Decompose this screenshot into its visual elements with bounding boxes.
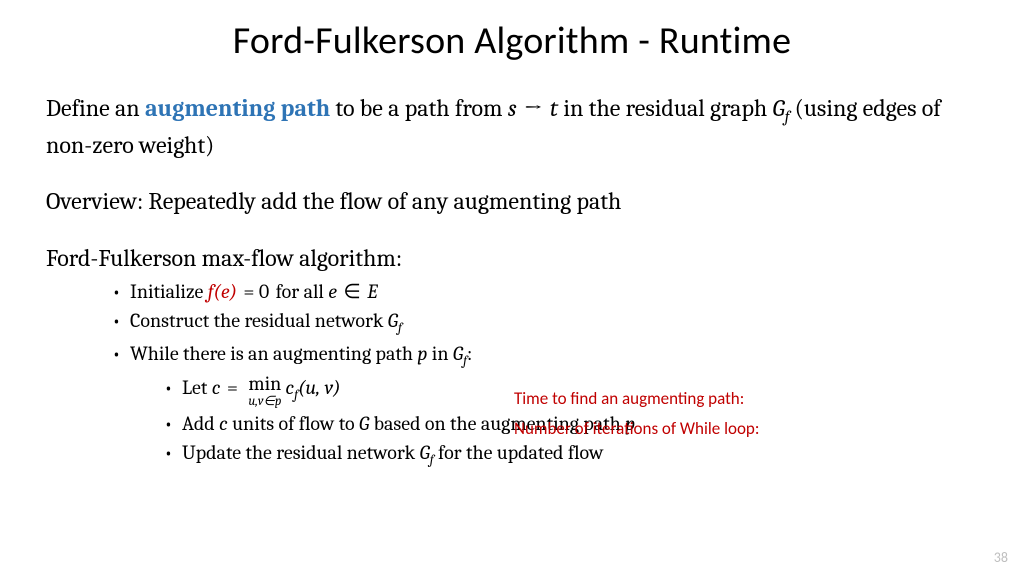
b2-gf-f: f bbox=[398, 321, 402, 336]
b1-E: E bbox=[367, 280, 377, 303]
algo-heading: Ford-Fulkerson max-flow algorithm: bbox=[46, 242, 978, 274]
math-gf-g: G bbox=[773, 94, 785, 122]
overview-line: Overview: Repeatedly add the flow of any… bbox=[46, 185, 978, 217]
b3-pre: While there is an augmenting path bbox=[130, 342, 417, 365]
b2-pre: Construct the residual network bbox=[130, 309, 388, 332]
b3c-post: for the updated flow bbox=[434, 441, 604, 464]
b3c-gf-g: G bbox=[420, 441, 430, 464]
arrow: → bbox=[517, 94, 550, 122]
bullet-construct: Construct the residual network Gf bbox=[114, 307, 978, 338]
b3a-cf: c bbox=[285, 376, 294, 399]
min-top: min bbox=[248, 374, 281, 394]
b3a-pre: Let bbox=[182, 376, 212, 399]
b3a-eq: = bbox=[220, 376, 244, 399]
def-pre: Define an bbox=[46, 94, 145, 122]
math-s: s bbox=[508, 94, 517, 122]
page-number: 38 bbox=[994, 549, 1008, 566]
def-post1: to be a path from bbox=[330, 94, 508, 122]
definition-line: Define an augmenting path to be a path f… bbox=[46, 92, 978, 161]
slide-title: Ford-Fulkerson Algorithm - Runtime bbox=[46, 18, 978, 64]
bullet-update: Update the residual network Gf for the u… bbox=[166, 439, 978, 470]
slide: Ford-Fulkerson Algorithm - Runtime Defin… bbox=[0, 0, 1024, 576]
b3a-uv: (u, v) bbox=[298, 376, 341, 399]
b1-pre: Initialize bbox=[130, 280, 208, 303]
def-post2: in the residual graph bbox=[558, 94, 772, 122]
b1-in: ∈ bbox=[337, 280, 367, 303]
def-term: augmenting path bbox=[145, 94, 330, 122]
b1-mid: for all bbox=[271, 280, 328, 303]
b3b-G: G bbox=[359, 412, 369, 435]
b3-colon: : bbox=[467, 342, 472, 365]
b3b-mid1: units of flow to bbox=[228, 412, 359, 435]
math-t: t bbox=[550, 94, 558, 122]
b1-fe: f(e) bbox=[208, 280, 237, 303]
b3-mid: in bbox=[427, 342, 453, 365]
b3c-pre: Update the residual network bbox=[182, 441, 420, 464]
algo-list: Initialize f(e) = 0 for all e ∈ E Constr… bbox=[114, 278, 978, 470]
annotation-time: Time to find an augmenting path: bbox=[514, 388, 744, 409]
b3b-c: c bbox=[219, 412, 228, 435]
b3-p: p bbox=[417, 342, 427, 365]
b3b-pre: Add bbox=[182, 412, 219, 435]
b1-e: e bbox=[328, 280, 337, 303]
b1-eq: = 0 bbox=[237, 280, 271, 303]
annotation-iterations: Number of iterations of While loop: bbox=[514, 418, 759, 439]
b2-gf-g: G bbox=[388, 309, 398, 332]
min-operator: minu,v∈p bbox=[248, 374, 281, 408]
min-under: u,v∈p bbox=[248, 395, 281, 408]
bullet-initialize: Initialize f(e) = 0 for all e ∈ E bbox=[114, 278, 978, 305]
b3-gf-g: G bbox=[453, 342, 463, 365]
